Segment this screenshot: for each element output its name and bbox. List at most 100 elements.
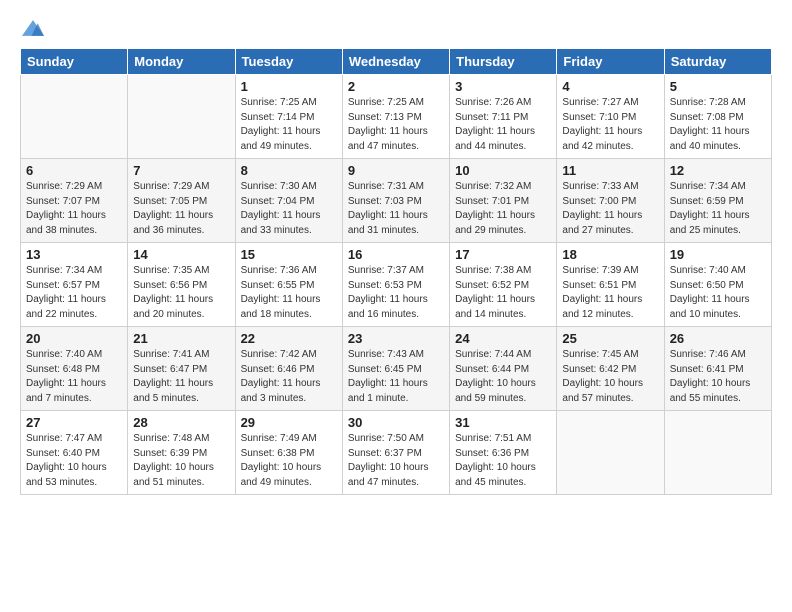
weekday-header-monday: Monday <box>128 49 235 75</box>
day-info: Sunrise: 7:31 AM Sunset: 7:03 PM Dayligh… <box>348 180 444 238</box>
day-info: Sunrise: 7:45 AM Sunset: 6:42 PM Dayligh… <box>562 348 658 406</box>
week-row-3: 13 Sunrise: 7:34 AM Sunset: 6:57 PM Dayli… <box>21 243 772 327</box>
day-number: 21 <box>133 331 229 346</box>
day-number: 6 <box>26 163 122 178</box>
day-info: Sunrise: 7:41 AM Sunset: 6:47 PM Dayligh… <box>133 348 229 406</box>
calendar-cell: 30 Sunrise: 7:50 AM Sunset: 6:37 PM Dayli… <box>342 411 449 495</box>
day-info: Sunrise: 7:43 AM Sunset: 6:45 PM Dayligh… <box>348 348 444 406</box>
day-info: Sunrise: 7:34 AM Sunset: 6:59 PM Dayligh… <box>670 180 766 238</box>
calendar-cell: 2 Sunrise: 7:25 AM Sunset: 7:13 PM Daylig… <box>342 75 449 159</box>
day-number: 20 <box>26 331 122 346</box>
calendar-cell: 16Sunrise: 7:37 AM Sunset: 6:53 PM Dayli… <box>342 243 449 327</box>
calendar-cell <box>557 411 664 495</box>
calendar-cell: 3 Sunrise: 7:26 AM Sunset: 7:11 PM Daylig… <box>450 75 557 159</box>
day-info: Sunrise: 7:30 AM Sunset: 7:04 PM Dayligh… <box>241 180 337 238</box>
week-row-1: 1Sunrise: 7:25 AM Sunset: 7:14 PM Daylig… <box>21 75 772 159</box>
calendar-cell: 1Sunrise: 7:25 AM Sunset: 7:14 PM Daylig… <box>235 75 342 159</box>
calendar-cell: 15 Sunrise: 7:36 AM Sunset: 6:55 PM Dayli… <box>235 243 342 327</box>
day-info: Sunrise: 7:25 AM Sunset: 7:14 PM Dayligh… <box>241 96 337 154</box>
calendar-cell: 10Sunrise: 7:32 AM Sunset: 7:01 PM Dayli… <box>450 159 557 243</box>
day-number: 23 <box>348 331 444 346</box>
day-info: Sunrise: 7:36 AM Sunset: 6:55 PM Dayligh… <box>241 264 337 322</box>
day-number: 12 <box>670 163 766 178</box>
day-number: 13 <box>26 247 122 262</box>
day-number: 27 <box>26 415 122 430</box>
day-number: 15 <box>241 247 337 262</box>
day-number: 3 <box>455 79 551 94</box>
calendar-cell: 18Sunrise: 7:39 AM Sunset: 6:51 PM Dayli… <box>557 243 664 327</box>
logo <box>20 20 44 40</box>
calendar-cell: 19 Sunrise: 7:40 AM Sunset: 6:50 PM Dayli… <box>664 243 771 327</box>
calendar-cell: 13 Sunrise: 7:34 AM Sunset: 6:57 PM Dayli… <box>21 243 128 327</box>
calendar-cell: 9 Sunrise: 7:31 AM Sunset: 7:03 PM Daylig… <box>342 159 449 243</box>
calendar-cell <box>21 75 128 159</box>
day-info: Sunrise: 7:34 AM Sunset: 6:57 PM Dayligh… <box>26 264 122 322</box>
day-number: 19 <box>670 247 766 262</box>
day-info: Sunrise: 7:26 AM Sunset: 7:11 PM Dayligh… <box>455 96 551 154</box>
day-info: Sunrise: 7:47 AM Sunset: 6:40 PM Dayligh… <box>26 432 122 490</box>
day-number: 25 <box>562 331 658 346</box>
weekday-header-sunday: Sunday <box>21 49 128 75</box>
day-number: 7 <box>133 163 229 178</box>
calendar-cell: 31 Sunrise: 7:51 AM Sunset: 6:36 PM Dayli… <box>450 411 557 495</box>
day-number: 10 <box>455 163 551 178</box>
day-number: 30 <box>348 415 444 430</box>
calendar-cell: 7 Sunrise: 7:29 AM Sunset: 7:05 PM Daylig… <box>128 159 235 243</box>
calendar-cell: 21 Sunrise: 7:41 AM Sunset: 6:47 PM Dayli… <box>128 327 235 411</box>
day-info: Sunrise: 7:25 AM Sunset: 7:13 PM Dayligh… <box>348 96 444 154</box>
day-info: Sunrise: 7:29 AM Sunset: 7:05 PM Dayligh… <box>133 180 229 238</box>
day-info: Sunrise: 7:44 AM Sunset: 6:44 PM Dayligh… <box>455 348 551 406</box>
day-info: Sunrise: 7:27 AM Sunset: 7:10 PM Dayligh… <box>562 96 658 154</box>
day-number: 29 <box>241 415 337 430</box>
calendar-cell <box>664 411 771 495</box>
day-number: 26 <box>670 331 766 346</box>
day-number: 2 <box>348 79 444 94</box>
day-info: Sunrise: 7:39 AM Sunset: 6:51 PM Dayligh… <box>562 264 658 322</box>
calendar-cell: 27 Sunrise: 7:47 AM Sunset: 6:40 PM Dayli… <box>21 411 128 495</box>
day-number: 14 <box>133 247 229 262</box>
day-info: Sunrise: 7:48 AM Sunset: 6:39 PM Dayligh… <box>133 432 229 490</box>
day-number: 9 <box>348 163 444 178</box>
calendar-cell: 23 Sunrise: 7:43 AM Sunset: 6:45 PM Dayli… <box>342 327 449 411</box>
calendar-cell: 26 Sunrise: 7:46 AM Sunset: 6:41 PM Dayli… <box>664 327 771 411</box>
day-number: 4 <box>562 79 658 94</box>
calendar-cell: 20 Sunrise: 7:40 AM Sunset: 6:48 PM Dayli… <box>21 327 128 411</box>
day-number: 16 <box>348 247 444 262</box>
day-number: 5 <box>670 79 766 94</box>
weekday-header-friday: Friday <box>557 49 664 75</box>
calendar-cell: 24Sunrise: 7:44 AM Sunset: 6:44 PM Dayli… <box>450 327 557 411</box>
calendar-cell: 4 Sunrise: 7:27 AM Sunset: 7:10 PM Daylig… <box>557 75 664 159</box>
calendar-cell: 17Sunrise: 7:38 AM Sunset: 6:52 PM Dayli… <box>450 243 557 327</box>
day-info: Sunrise: 7:33 AM Sunset: 7:00 PM Dayligh… <box>562 180 658 238</box>
calendar-cell: 25 Sunrise: 7:45 AM Sunset: 6:42 PM Dayli… <box>557 327 664 411</box>
day-info: Sunrise: 7:40 AM Sunset: 6:50 PM Dayligh… <box>670 264 766 322</box>
day-number: 28 <box>133 415 229 430</box>
week-row-5: 27 Sunrise: 7:47 AM Sunset: 6:40 PM Dayli… <box>21 411 772 495</box>
calendar-cell <box>128 75 235 159</box>
day-info: Sunrise: 7:49 AM Sunset: 6:38 PM Dayligh… <box>241 432 337 490</box>
calendar-cell: 12 Sunrise: 7:34 AM Sunset: 6:59 PM Dayli… <box>664 159 771 243</box>
calendar-cell: 8Sunrise: 7:30 AM Sunset: 7:04 PM Daylig… <box>235 159 342 243</box>
day-info: Sunrise: 7:50 AM Sunset: 6:37 PM Dayligh… <box>348 432 444 490</box>
calendar-cell: 22Sunrise: 7:42 AM Sunset: 6:46 PM Dayli… <box>235 327 342 411</box>
calendar-cell: 14 Sunrise: 7:35 AM Sunset: 6:56 PM Dayli… <box>128 243 235 327</box>
day-info: Sunrise: 7:28 AM Sunset: 7:08 PM Dayligh… <box>670 96 766 154</box>
weekday-header-tuesday: Tuesday <box>235 49 342 75</box>
day-info: Sunrise: 7:35 AM Sunset: 6:56 PM Dayligh… <box>133 264 229 322</box>
day-info: Sunrise: 7:51 AM Sunset: 6:36 PM Dayligh… <box>455 432 551 490</box>
day-info: Sunrise: 7:46 AM Sunset: 6:41 PM Dayligh… <box>670 348 766 406</box>
day-number: 11 <box>562 163 658 178</box>
day-info: Sunrise: 7:38 AM Sunset: 6:52 PM Dayligh… <box>455 264 551 322</box>
week-row-2: 6Sunrise: 7:29 AM Sunset: 7:07 PM Daylig… <box>21 159 772 243</box>
day-info: Sunrise: 7:40 AM Sunset: 6:48 PM Dayligh… <box>26 348 122 406</box>
calendar-cell: 11 Sunrise: 7:33 AM Sunset: 7:00 PM Dayli… <box>557 159 664 243</box>
weekday-header-row: SundayMondayTuesdayWednesdayThursdayFrid… <box>21 49 772 75</box>
calendar-cell: 28 Sunrise: 7:48 AM Sunset: 6:39 PM Dayli… <box>128 411 235 495</box>
weekday-header-saturday: Saturday <box>664 49 771 75</box>
week-row-4: 20 Sunrise: 7:40 AM Sunset: 6:48 PM Dayli… <box>21 327 772 411</box>
calendar-cell: 6Sunrise: 7:29 AM Sunset: 7:07 PM Daylig… <box>21 159 128 243</box>
day-number: 31 <box>455 415 551 430</box>
weekday-header-wednesday: Wednesday <box>342 49 449 75</box>
day-number: 22 <box>241 331 337 346</box>
weekday-header-thursday: Thursday <box>450 49 557 75</box>
